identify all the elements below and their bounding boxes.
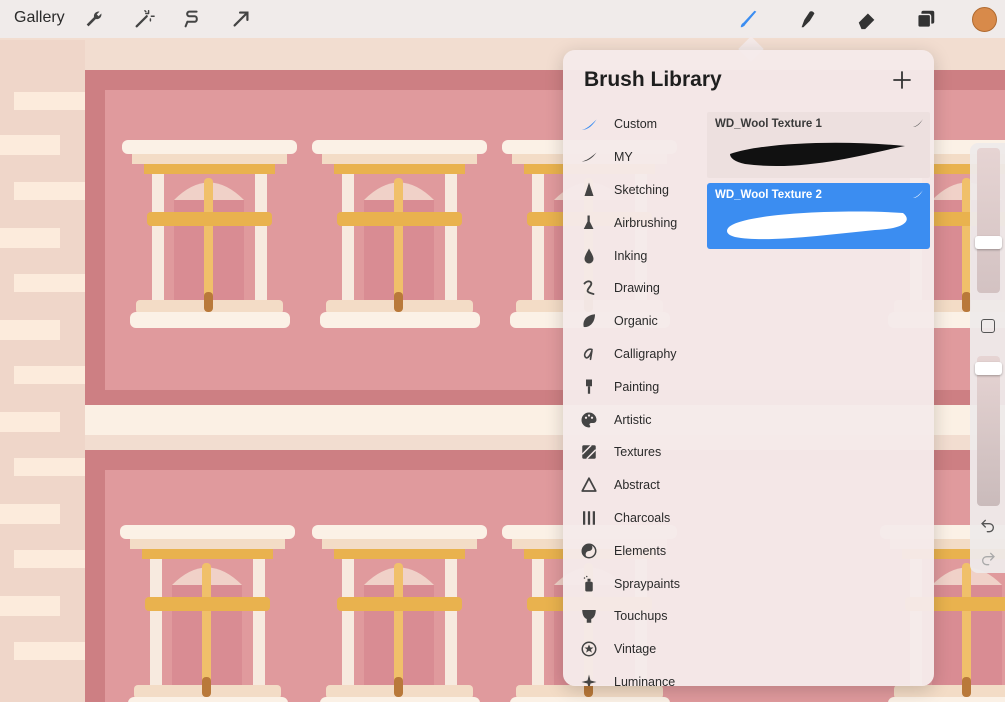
brush-set-artistic[interactable]: Artistic	[571, 403, 706, 436]
brush-size-slider[interactable]	[975, 148, 1002, 293]
brush-set-calligraphy[interactable]: Calligraphy	[571, 338, 706, 371]
brush-set-label: Touchups	[614, 609, 668, 624]
opacity-slider[interactable]	[975, 356, 1002, 506]
custom-stroke-icon	[579, 114, 599, 134]
palette-icon	[579, 410, 599, 430]
brush-set-airbrushing[interactable]: Airbrushing	[571, 206, 706, 239]
brush-set-label: MY	[614, 150, 633, 165]
current-color-swatch[interactable]	[972, 7, 997, 32]
calligraphy-a-icon	[579, 344, 599, 364]
brush-set-label: Abstract	[614, 478, 660, 493]
brush-set-custom[interactable]: Custom	[571, 108, 706, 141]
magic-wand-icon[interactable]	[130, 5, 158, 33]
brush-set-elements[interactable]: Elements	[571, 534, 706, 567]
opacity-handle[interactable]	[975, 362, 1002, 375]
pencil-tip-icon	[579, 180, 599, 200]
brush-set-spraypaints[interactable]: Spraypaints	[571, 567, 706, 600]
brush-set-label: Custom	[614, 117, 658, 132]
brush-set-label: Painting	[614, 379, 660, 394]
wrench-icon[interactable]	[80, 5, 108, 33]
brush-set-label: Charcoals	[614, 510, 671, 525]
leaf-icon	[579, 311, 599, 331]
airbrush-icon	[579, 213, 599, 233]
brush-library-panel: Brush Library Custom MY Sketching Airbru…	[563, 50, 934, 686]
brush-item-wool-texture-1[interactable]: WD_Wool Texture 1	[707, 112, 930, 178]
plus-icon[interactable]	[890, 68, 914, 92]
ink-drop-icon	[579, 246, 599, 266]
brush-set-painting[interactable]: Painting	[571, 370, 706, 403]
brush-set-label: Vintage	[614, 642, 657, 657]
brush-list: WD_Wool Texture 1 WD_Wool Texture 2	[707, 112, 930, 254]
star-circle-icon	[579, 639, 599, 659]
brush-set-label: Inking	[614, 248, 648, 263]
brush-set-label: Drawing	[614, 281, 660, 296]
eraser-icon[interactable]	[853, 5, 881, 33]
hatch-texture-icon	[579, 442, 599, 462]
right-sidebar	[970, 143, 1005, 573]
brush-set-label: Luminance	[614, 674, 676, 686]
brush-set-abstract[interactable]: Abstract	[571, 469, 706, 502]
sparkle-icon	[579, 672, 599, 686]
brush-stroke-preview	[730, 142, 905, 167]
brush-set-label: Airbrushing	[614, 215, 678, 230]
brush-set-inking[interactable]: Inking	[571, 239, 706, 272]
brush-source-icon	[913, 119, 923, 127]
brush-set-label: Spraypaints	[614, 576, 681, 591]
brush-name: WD_Wool Texture 2	[715, 189, 822, 201]
gallery-button[interactable]: Gallery	[14, 9, 65, 27]
brush-library-title: Brush Library	[584, 68, 722, 91]
brush-set-textures[interactable]: Textures	[571, 436, 706, 469]
triangle-icon	[579, 475, 599, 495]
brush-set-charcoals[interactable]: Charcoals	[571, 502, 706, 535]
brush-set-sketching[interactable]: Sketching	[571, 174, 706, 207]
brush-set-organic[interactable]: Organic	[571, 305, 706, 338]
yin-yang-icon	[579, 541, 599, 561]
brush-set-touchups[interactable]: Touchups	[571, 600, 706, 633]
brush-size-handle[interactable]	[975, 236, 1002, 249]
brush-set-my[interactable]: MY	[571, 141, 706, 174]
modify-button[interactable]	[981, 319, 995, 333]
selection-icon[interactable]	[178, 5, 206, 33]
transform-arrow-icon[interactable]	[227, 5, 255, 33]
brush-set-label: Artistic	[614, 412, 652, 427]
brush-set-list: Custom MY Sketching Airbrushing Inking D…	[571, 108, 706, 686]
charcoal-sticks-icon	[579, 508, 599, 528]
brush-set-luminance[interactable]: Luminance	[571, 666, 706, 686]
paint-brush-icon	[579, 377, 599, 397]
brush-set-drawing[interactable]: Drawing	[571, 272, 706, 305]
brush-set-label: Elements	[614, 543, 667, 558]
spray-can-icon	[579, 574, 599, 594]
redo-icon[interactable]	[978, 548, 998, 568]
brush-set-vintage[interactable]: Vintage	[571, 633, 706, 666]
layers-icon[interactable]	[912, 5, 940, 33]
brush-name: WD_Wool Texture 1	[715, 118, 822, 130]
brush-set-label: Organic	[614, 314, 658, 329]
brush-source-icon	[913, 190, 923, 198]
brush-item-wool-texture-2[interactable]: WD_Wool Texture 2	[707, 183, 930, 249]
undo-icon[interactable]	[978, 515, 998, 535]
top-toolbar: Gallery	[0, 0, 1005, 38]
smudge-icon[interactable]	[794, 5, 822, 33]
brush-set-label: Calligraphy	[614, 346, 677, 361]
brush-set-label: Sketching	[614, 182, 669, 197]
brush-icon[interactable]	[735, 5, 763, 33]
brush-stroke-preview	[727, 211, 907, 240]
touchup-icon	[579, 606, 599, 626]
brush-set-label: Textures	[614, 445, 662, 460]
my-stroke-icon	[579, 147, 599, 167]
squiggle-icon	[579, 278, 599, 298]
